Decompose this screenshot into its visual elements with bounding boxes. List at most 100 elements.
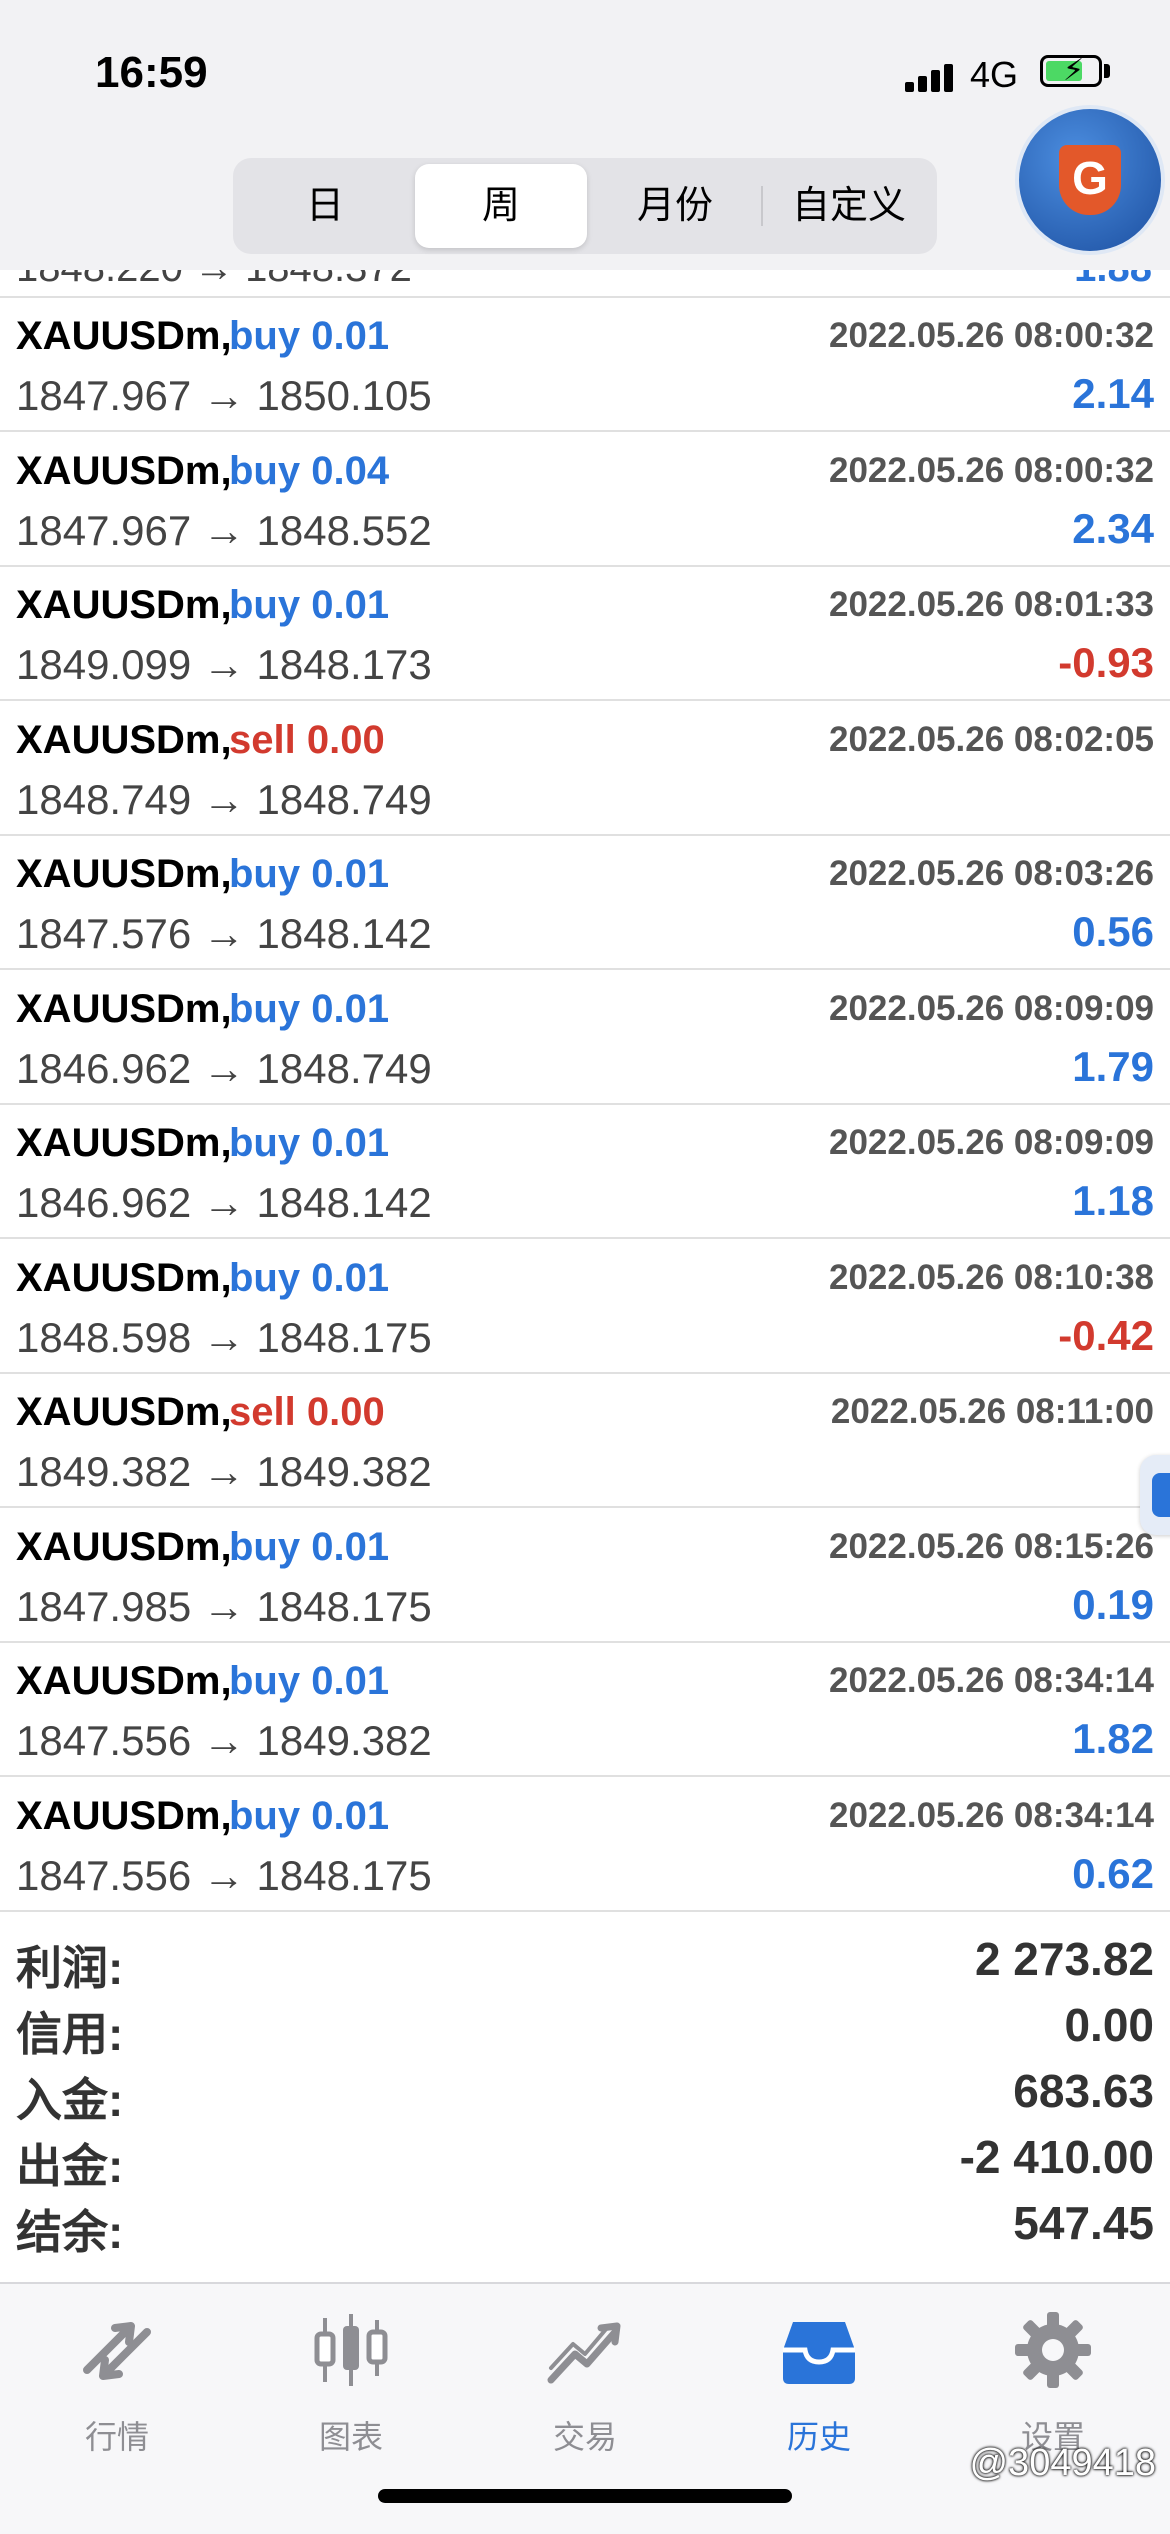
- deal-time: 2022.05.26 08:09:09: [829, 1123, 1154, 1162]
- partial-row-profit: 1.88: [1074, 270, 1152, 291]
- watermark: @3049418: [969, 2442, 1156, 2484]
- deal-time: 2022.05.26 08:34:14: [829, 1795, 1154, 1835]
- summary-label: 结余:: [16, 2206, 124, 2258]
- g-shield-icon: G: [1059, 145, 1121, 215]
- deal-time: 2022.05.26 08:00:32: [829, 316, 1154, 355]
- deal-profit: -0.93: [1058, 639, 1154, 686]
- deal-symbol: XAUUSDm,: [16, 852, 232, 896]
- deal-side: buy 0.01: [229, 1524, 390, 1569]
- deal-prices: 1846.962 → 1848.142: [16, 1179, 432, 1226]
- deal-row[interactable]: XAUUSDm, buy 0.01 2022.05.26 08:09:09 1846.…: [0, 1105, 1170, 1239]
- deal-prices: 1847.967 → 1848.552: [16, 506, 432, 554]
- deal-row[interactable]: XAUUSDm, buy 0.01 2022.05.26 08:34:14 1847.…: [0, 1778, 1170, 1912]
- tab-label: 行情: [84, 2419, 149, 2455]
- deal-symbol: XAUUSDm,: [16, 1659, 232, 1703]
- deal-prices: 1846.962 → 1848.749: [16, 1044, 432, 1092]
- summary-balance: 结余: 547.45: [0, 2196, 1170, 2262]
- settings-icon: [1015, 2312, 1091, 2388]
- deal-side: buy 0.01: [229, 986, 390, 1031]
- period-tab-month[interactable]: 月份: [589, 164, 761, 248]
- charging-icon: ⚡: [1063, 54, 1085, 87]
- period-tab-custom[interactable]: 自定义: [763, 164, 935, 248]
- deal-side: buy 0.01: [229, 1121, 390, 1165]
- deal-row[interactable]: XAUUSDm, buy 0.01 2022.05.26 08:34:14 1847.…: [0, 1643, 1170, 1777]
- deal-symbol: XAUUSDm,: [16, 1390, 232, 1434]
- summary-label: 信用:: [16, 2008, 124, 2060]
- signal-icon: [905, 62, 955, 92]
- summary-withdrawal: 出金: -2 410.00: [0, 2130, 1170, 2196]
- tab-quotes[interactable]: 行情: [0, 2304, 234, 2455]
- summary-deposit: 入金: 683.63: [0, 2064, 1170, 2130]
- deal-prices: 1849.382 → 1849.382: [16, 1448, 432, 1495]
- deal-profit: 0.56: [1072, 908, 1154, 955]
- status-bar: 16:59 4G ⚡: [0, 0, 1170, 150]
- period-tab-day[interactable]: 日: [239, 164, 411, 248]
- deal-symbol: XAUUSDm,: [16, 986, 232, 1031]
- tab-history[interactable]: 历史: [702, 2304, 936, 2455]
- deal-row[interactable]: XAUUSDm, sell 0.00 2022.05.26 08:11:00 1849…: [0, 1374, 1170, 1508]
- deals-list: 1848.220 → 1848.372 1.88 XAUUSDm,buy 0.0…: [0, 270, 1170, 1920]
- tab-trade[interactable]: 交易: [468, 2304, 702, 2455]
- deal-row[interactable]: XAUUSDm, buy 0.04 2022.05.26 08:00:32 1847.…: [0, 433, 1170, 567]
- deal-side: buy 0.01: [229, 1659, 390, 1703]
- deal-profit: 2.14: [1072, 370, 1154, 417]
- deal-time: 2022.05.26 08:02:05: [829, 719, 1154, 759]
- deal-prices: 1847.576 → 1848.142: [16, 910, 432, 957]
- home-indicator[interactable]: [378, 2489, 792, 2503]
- history-icon: [783, 2322, 855, 2384]
- deal-row[interactable]: XAUUSDm, buy 0.01 2022.05.26 08:01:33 1849.…: [0, 567, 1170, 701]
- battery-icon: ⚡: [1040, 55, 1102, 87]
- deal-prices: 1848.598 → 1848.175: [16, 1313, 432, 1361]
- deal-side: buy 0.01: [229, 1793, 390, 1838]
- deal-side: buy 0.01: [229, 1255, 390, 1300]
- tab-label: 历史: [786, 2419, 851, 2455]
- deal-profit: 1.82: [1072, 1715, 1154, 1762]
- deal-profit: 0.19: [1072, 1580, 1154, 1628]
- quotes-icon: [83, 2322, 151, 2380]
- deal-side: sell 0.00: [229, 717, 385, 762]
- summary-value: 547.45: [1013, 2197, 1154, 2249]
- deal-side: buy 0.01: [229, 314, 390, 358]
- deal-prices: 1847.985 → 1848.175: [16, 1582, 432, 1630]
- deal-prices: 1847.556 → 1848.175: [16, 1851, 432, 1899]
- deal-row[interactable]: XAUUSDm, buy 0.01 2022.05.26 08:10:38 1848.…: [0, 1240, 1170, 1374]
- deal-time: 2022.05.26 08:01:33: [829, 585, 1154, 624]
- trade-icon: [547, 2322, 621, 2384]
- partial-row-prices: 1848.220 → 1848.372: [16, 270, 412, 291]
- deal-row[interactable]: XAUUSDm, buy 0.01 2022.05.26 08:03:26 1847.…: [0, 836, 1170, 970]
- deal-side: buy 0.01: [229, 583, 390, 627]
- deal-profit: 2.34: [1072, 504, 1154, 552]
- summary-value: 0.00: [1064, 1999, 1154, 2051]
- floating-avatar[interactable]: G: [1015, 105, 1165, 255]
- summary-label: 入金:: [16, 2074, 124, 2126]
- deal-row[interactable]: XAUUSDm, sell 0.00 2022.05.26 08:02:05 1848…: [0, 702, 1170, 836]
- deal-profit: 1.18: [1072, 1177, 1154, 1224]
- summary-section: 利润: 2 273.82 信用: 0.00 入金: 683.63 出金: -2 …: [0, 1932, 1170, 2282]
- deal-time: 2022.05.26 08:03:26: [829, 854, 1154, 893]
- deal-time: 2022.05.26 08:34:14: [829, 1661, 1154, 1700]
- deal-row[interactable]: XAUUSDm, buy 0.01 2022.05.26 08:00:32 1847.…: [0, 298, 1170, 432]
- deal-row[interactable]: XAUUSDm, buy 0.01 2022.05.26 08:09:09 1846.…: [0, 971, 1170, 1105]
- side-handle[interactable]: [1140, 1455, 1170, 1535]
- tab-label: 交易: [552, 2419, 617, 2455]
- deal-symbol: XAUUSDm,: [16, 1524, 232, 1569]
- deal-profit: 1.79: [1072, 1042, 1154, 1090]
- partial-row: 1848.220 → 1848.372 1.88: [0, 270, 1170, 298]
- deal-time: 2022.05.26 08:15:26: [829, 1526, 1154, 1566]
- deal-symbol: XAUUSDm,: [16, 1255, 232, 1300]
- tab-settings[interactable]: 设置: [936, 2304, 1170, 2455]
- tab-chart[interactable]: 图表: [234, 2304, 468, 2455]
- deal-time: 2022.05.26 08:09:09: [829, 988, 1154, 1028]
- chart-icon: [314, 2314, 388, 2386]
- period-segmented-control: 日 周 月份 自定义: [233, 158, 937, 254]
- summary-credit: 信用: 0.00: [0, 1998, 1170, 2064]
- deal-row[interactable]: XAUUSDm, buy 0.01 2022.05.26 08:15:26 1847.…: [0, 1509, 1170, 1643]
- deal-symbol: XAUUSDm,: [16, 448, 232, 493]
- deal-side: buy 0.01: [229, 852, 390, 896]
- period-tab-week[interactable]: 周: [415, 164, 587, 248]
- summary-value: -2 410.00: [959, 2131, 1154, 2183]
- summary-value: 683.63: [1013, 2065, 1154, 2117]
- deal-profit: -0.42: [1058, 1311, 1154, 1359]
- summary-label: 出金:: [16, 2140, 124, 2192]
- summary-value: 2 273.82: [974, 1933, 1154, 1985]
